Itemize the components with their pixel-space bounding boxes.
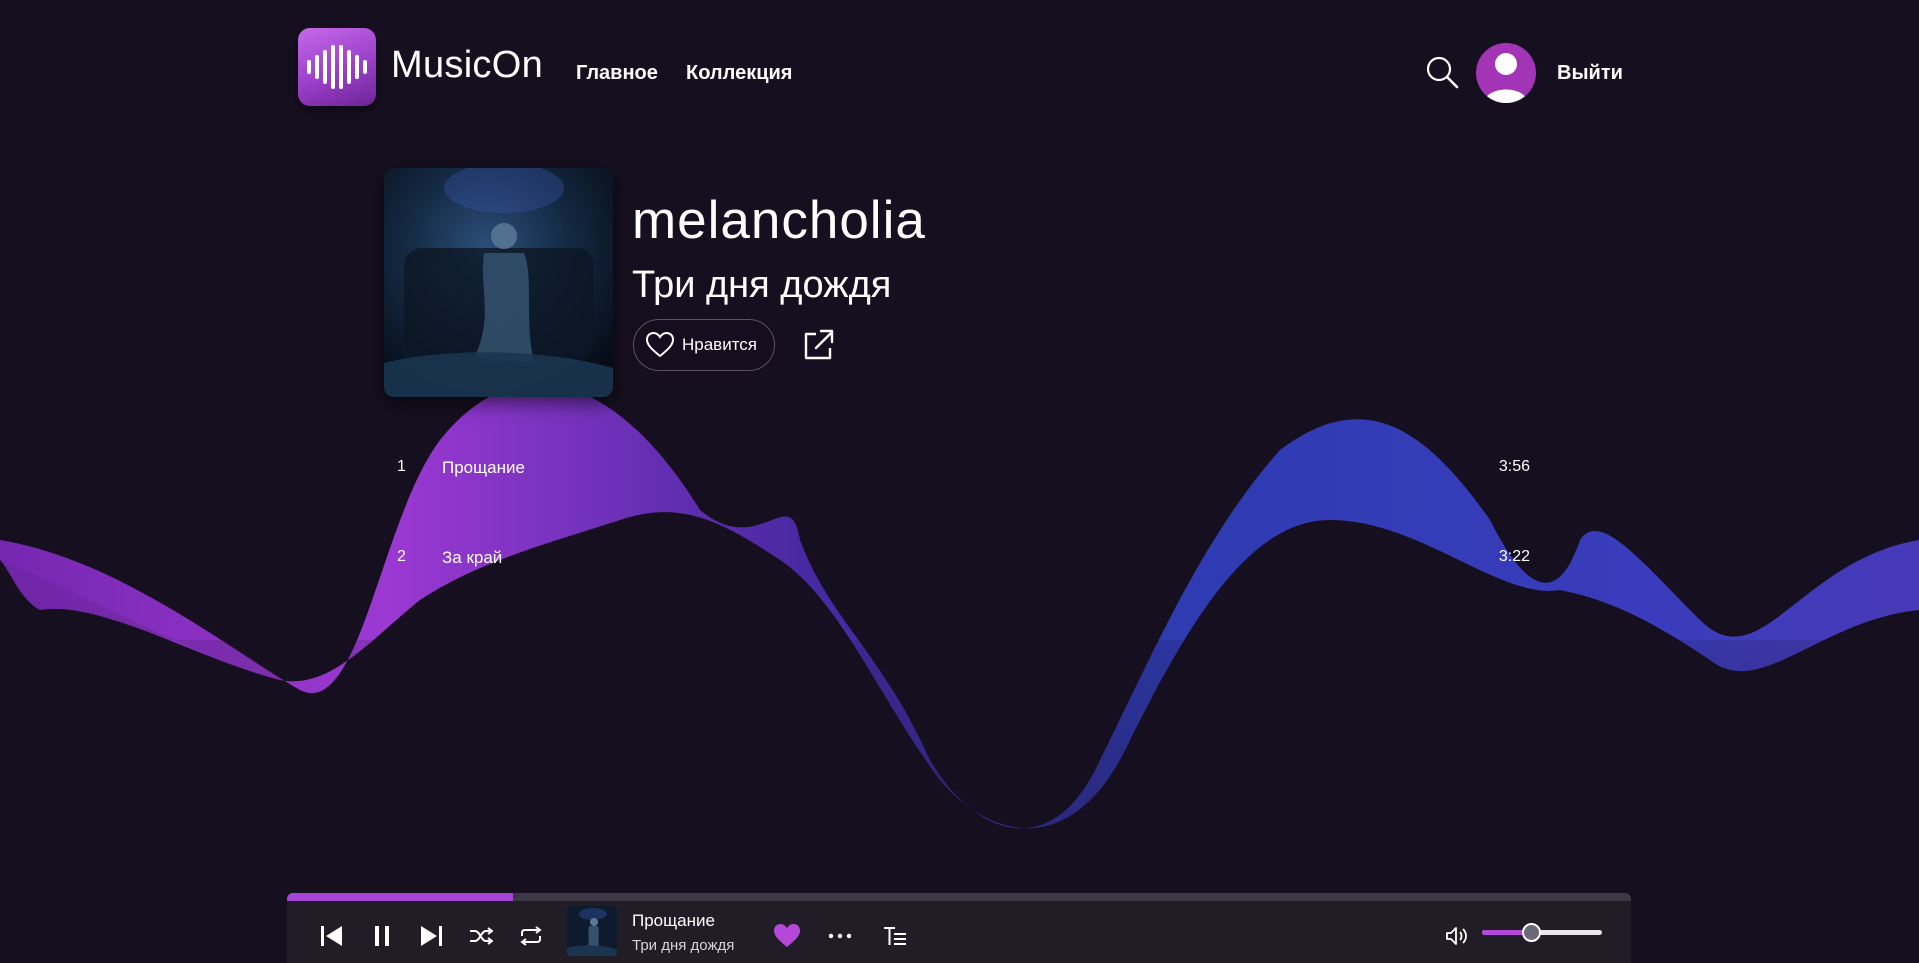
- nav-home[interactable]: Главное: [576, 62, 658, 85]
- track-number: 1: [397, 458, 406, 475]
- share-button[interactable]: [802, 328, 834, 362]
- logo-text[interactable]: MusicOn: [391, 44, 543, 87]
- share-icon: [804, 329, 834, 360]
- prev-icon: [321, 926, 342, 946]
- soundwave-icon: [307, 45, 367, 89]
- now-playing-title[interactable]: Прощание: [632, 911, 715, 931]
- speaker-icon: [1446, 927, 1467, 945]
- shuffle-button[interactable]: [464, 919, 498, 953]
- nav-collection[interactable]: Коллекция: [686, 62, 792, 85]
- album-cover-image: [384, 168, 613, 397]
- user-icon: [1484, 53, 1528, 103]
- pause-button[interactable]: [365, 919, 399, 953]
- now-playing-cover[interactable]: [567, 906, 617, 956]
- next-button[interactable]: [414, 919, 448, 953]
- now-playing-artist[interactable]: Три дня дождя: [632, 937, 734, 954]
- progress-bar[interactable]: [287, 893, 1631, 901]
- search-button[interactable]: [1425, 55, 1459, 89]
- now-playing-cover-image: [567, 906, 617, 956]
- volume-slider[interactable]: [1482, 923, 1602, 942]
- track-duration: 3:56: [1498, 458, 1530, 475]
- lyrics-icon: [884, 927, 906, 945]
- track-number: 2: [397, 548, 406, 565]
- track-name: Прощание: [442, 458, 525, 477]
- album-artist[interactable]: Три дня дождя: [632, 266, 891, 304]
- more-button[interactable]: [822, 919, 858, 953]
- logo-icon[interactable]: [298, 28, 376, 106]
- search-icon: [1426, 56, 1459, 89]
- favorite-button[interactable]: [767, 919, 807, 953]
- repeat-icon: [520, 926, 542, 946]
- track-row[interactable]: 2 За край 3:22: [390, 538, 1530, 578]
- like-label: Нравится: [682, 335, 758, 354]
- track-name: За край: [442, 548, 503, 567]
- like-button[interactable]: Нравится: [633, 319, 775, 371]
- lyrics-button[interactable]: [877, 919, 913, 953]
- prev-button[interactable]: [315, 919, 349, 953]
- heart-outline-icon: [646, 332, 674, 358]
- volume-thumb[interactable]: [1522, 923, 1542, 942]
- pause-icon: [375, 926, 389, 946]
- shuffle-icon: [470, 927, 493, 945]
- next-icon: [421, 926, 442, 946]
- track-row[interactable]: 1 Прощание 3:56: [390, 448, 1530, 488]
- heart-filled-icon: [774, 924, 800, 947]
- app-root: MusicOn Главное Коллекция Выйти melancho…: [0, 0, 1919, 963]
- repeat-button[interactable]: [514, 919, 548, 953]
- top-header: MusicOn Главное Коллекция Выйти: [298, 28, 1628, 108]
- logout-button[interactable]: Выйти: [1557, 62, 1623, 85]
- album-cover: [384, 168, 613, 397]
- album-title: melancholia: [632, 191, 926, 250]
- avatar[interactable]: [1476, 43, 1536, 103]
- more-icon: [828, 933, 852, 939]
- volume-button[interactable]: [1442, 919, 1472, 953]
- player-bar: Прощание Три дня дождя: [287, 893, 1631, 963]
- progress-fill: [287, 893, 513, 901]
- track-duration: 3:22: [1498, 548, 1530, 565]
